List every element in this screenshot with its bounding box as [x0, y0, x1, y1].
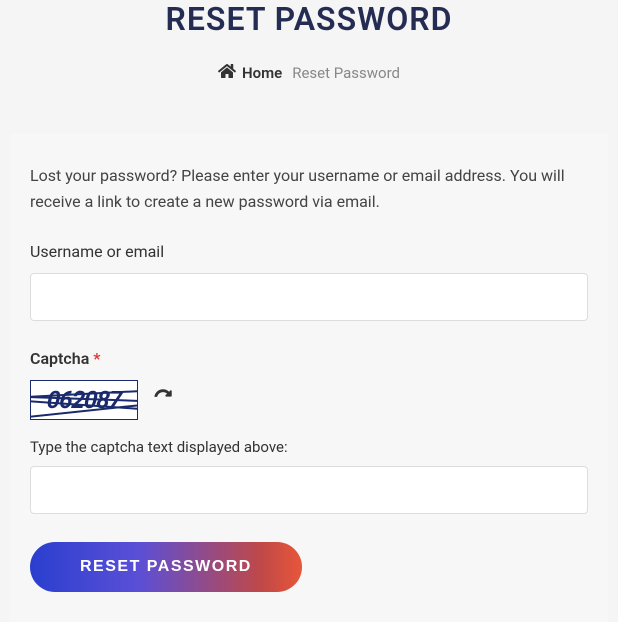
- breadcrumb-home-label: Home: [242, 64, 282, 82]
- captcha-label: Captcha *: [30, 349, 588, 368]
- breadcrumb-current: Reset Password: [292, 64, 400, 82]
- header-section: RESET PASSWORD Home Reset Password: [0, 0, 618, 113]
- captcha-image: 062087: [30, 380, 138, 420]
- refresh-captcha-icon[interactable]: [154, 389, 172, 411]
- instruction-text: Lost your password? Please enter your us…: [30, 163, 588, 214]
- captcha-input[interactable]: [30, 466, 588, 514]
- content-section: Lost your password? Please enter your us…: [10, 133, 608, 622]
- breadcrumb-home-link[interactable]: Home: [218, 63, 282, 83]
- captcha-code: 062087: [46, 386, 123, 414]
- username-input[interactable]: [30, 273, 588, 321]
- page-title: RESET PASSWORD: [0, 0, 618, 38]
- reset-password-button[interactable]: RESET PASSWORD: [30, 542, 302, 592]
- captcha-instruction: Type the captcha text displayed above:: [30, 438, 588, 456]
- captcha-row: 062087: [30, 380, 588, 420]
- username-label: Username or email: [30, 242, 588, 261]
- breadcrumb: Home Reset Password: [0, 63, 618, 83]
- home-icon: [218, 63, 236, 83]
- captcha-label-text: Captcha: [30, 349, 89, 368]
- required-mark: *: [93, 349, 100, 368]
